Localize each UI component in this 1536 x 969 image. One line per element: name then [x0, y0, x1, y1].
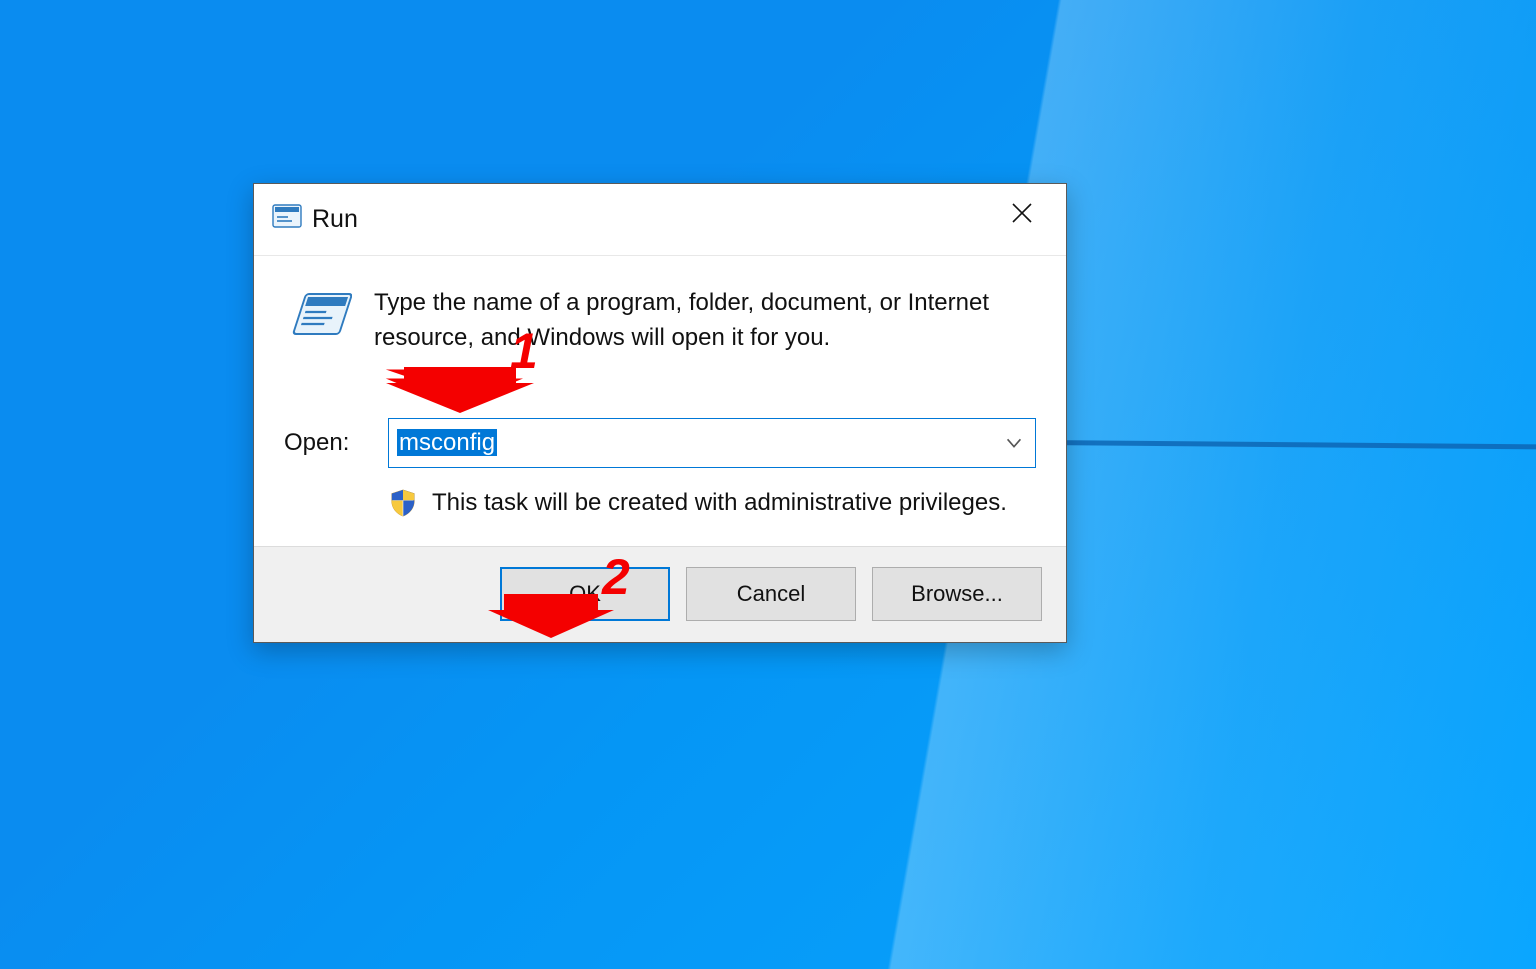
shield-icon	[388, 488, 418, 518]
close-button[interactable]	[978, 184, 1066, 242]
browse-button[interactable]: Browse...	[872, 567, 1042, 621]
dialog-body: Type the name of a program, folder, docu…	[254, 256, 1066, 546]
close-icon	[1010, 201, 1034, 225]
run-dialog-icon	[272, 204, 302, 235]
open-input-value: msconfig	[397, 429, 497, 456]
titlebar[interactable]: Run	[254, 184, 1066, 256]
desktop-background: Run	[0, 0, 1536, 969]
chevron-down-icon[interactable]	[1003, 432, 1025, 454]
dialog-title: Run	[312, 205, 358, 234]
admin-privileges-text: This task will be created with administr…	[432, 489, 1007, 517]
open-input[interactable]: msconfig	[397, 429, 1003, 457]
open-label: Open:	[284, 429, 388, 457]
run-dialog: Run	[253, 183, 1067, 643]
wallpaper-beam	[1040, 440, 1536, 450]
cancel-button[interactable]: Cancel	[686, 567, 856, 621]
button-bar: OK Cancel Browse...	[254, 546, 1066, 642]
open-combobox[interactable]: msconfig	[388, 418, 1036, 468]
run-icon	[286, 288, 352, 344]
instruction-text: Type the name of a program, folder, docu…	[374, 286, 1036, 356]
ok-button[interactable]: OK	[500, 567, 670, 621]
